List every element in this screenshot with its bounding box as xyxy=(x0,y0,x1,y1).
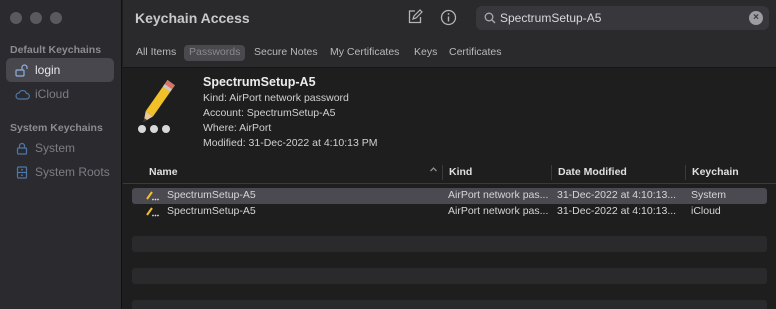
item-account: Account: SpectrumSetup-A5 xyxy=(203,107,336,119)
item-detail-panel: SpectrumSetup-A5 Kind: AirPort network p… xyxy=(123,68,776,162)
item-kind: Kind: AirPort network password xyxy=(203,92,349,104)
lock-icon xyxy=(14,141,30,155)
tab-all-items[interactable]: All Items xyxy=(131,45,181,61)
sidebar-section-default-keychains: Default Keychains xyxy=(10,44,102,56)
column-divider[interactable] xyxy=(551,165,552,180)
cell-date-modified: 31-Dec-2022 at 4:10:13... xyxy=(557,205,677,217)
sidebar-item-label: System xyxy=(35,141,76,155)
tab-certificates[interactable]: Certificates xyxy=(444,45,507,61)
table-row[interactable]: SpectrumSetup-A5 AirPort network pas... … xyxy=(132,204,767,220)
sidebar-item-label: System Roots xyxy=(35,165,110,179)
password-item-icon xyxy=(146,190,160,204)
item-modified: Modified: 31-Dec-2022 at 4:10:13 PM xyxy=(203,137,378,149)
clear-search-icon[interactable]: × xyxy=(749,11,763,25)
cell-kind: AirPort network pas... xyxy=(448,205,549,217)
cell-name: SpectrumSetup-A5 xyxy=(167,205,256,217)
table-header: Name Kind Date Modified Keychain xyxy=(123,162,776,184)
password-pencil-icon xyxy=(135,76,191,136)
minimize-window-button[interactable] xyxy=(30,12,42,24)
column-header-date-modified[interactable]: Date Modified xyxy=(558,166,627,178)
cell-date-modified: 31-Dec-2022 at 4:10:13... xyxy=(557,189,677,201)
info-icon[interactable] xyxy=(440,9,458,27)
empty-row-stripe xyxy=(132,268,767,284)
tab-my-certificates[interactable]: My Certificates xyxy=(325,45,404,61)
cloud-icon xyxy=(14,87,30,101)
tab-passwords[interactable]: Passwords xyxy=(184,45,246,61)
sidebar-item-system-roots[interactable]: System Roots xyxy=(6,160,114,184)
column-header-kind[interactable]: Kind xyxy=(449,166,472,178)
item-where: Where: AirPort xyxy=(203,122,272,134)
sidebar-item-login[interactable]: login xyxy=(6,58,114,82)
password-item-icon xyxy=(146,206,160,220)
sidebar-section-system-keychains: System Keychains xyxy=(10,122,103,134)
close-window-button[interactable] xyxy=(10,12,22,24)
search-icon xyxy=(484,11,496,29)
empty-row-stripe xyxy=(132,300,767,309)
main-pane: Keychain Access × All Items Passwords Se… xyxy=(123,0,776,309)
sidebar-item-system[interactable]: System xyxy=(6,136,114,160)
column-divider[interactable] xyxy=(442,165,443,180)
cabinet-icon xyxy=(14,165,30,179)
sidebar: Default Keychains login iCloud System Ke… xyxy=(0,0,122,309)
table-row[interactable]: SpectrumSetup-A5 AirPort network pas... … xyxy=(132,188,767,204)
cell-keychain: iCloud xyxy=(691,205,721,217)
empty-row-stripe xyxy=(132,236,767,252)
column-divider[interactable] xyxy=(685,165,686,180)
cell-kind: AirPort network pas... xyxy=(448,189,549,201)
cell-keychain: System xyxy=(691,189,727,201)
compose-icon[interactable] xyxy=(407,9,425,27)
window-title: Keychain Access xyxy=(135,10,250,26)
zoom-window-button[interactable] xyxy=(50,12,62,24)
sidebar-item-icloud[interactable]: iCloud xyxy=(6,82,114,106)
lock-open-icon xyxy=(14,63,30,77)
search-field[interactable]: × xyxy=(476,6,769,30)
item-name: SpectrumSetup-A5 xyxy=(203,75,316,89)
window-controls xyxy=(10,12,62,24)
sidebar-item-label: iCloud xyxy=(35,87,70,101)
column-header-name[interactable]: Name xyxy=(149,166,178,178)
category-tabs: All Items Passwords Secure Notes My Cert… xyxy=(123,36,776,68)
search-input[interactable] xyxy=(500,9,730,27)
column-header-keychain[interactable]: Keychain xyxy=(692,166,739,178)
sidebar-item-label: login xyxy=(35,63,61,77)
toolbar: Keychain Access × xyxy=(123,0,776,36)
tab-keys[interactable]: Keys xyxy=(409,45,442,61)
sort-ascending-icon[interactable] xyxy=(429,165,438,177)
tab-secure-notes[interactable]: Secure Notes xyxy=(249,45,323,61)
cell-name: SpectrumSetup-A5 xyxy=(167,189,256,201)
